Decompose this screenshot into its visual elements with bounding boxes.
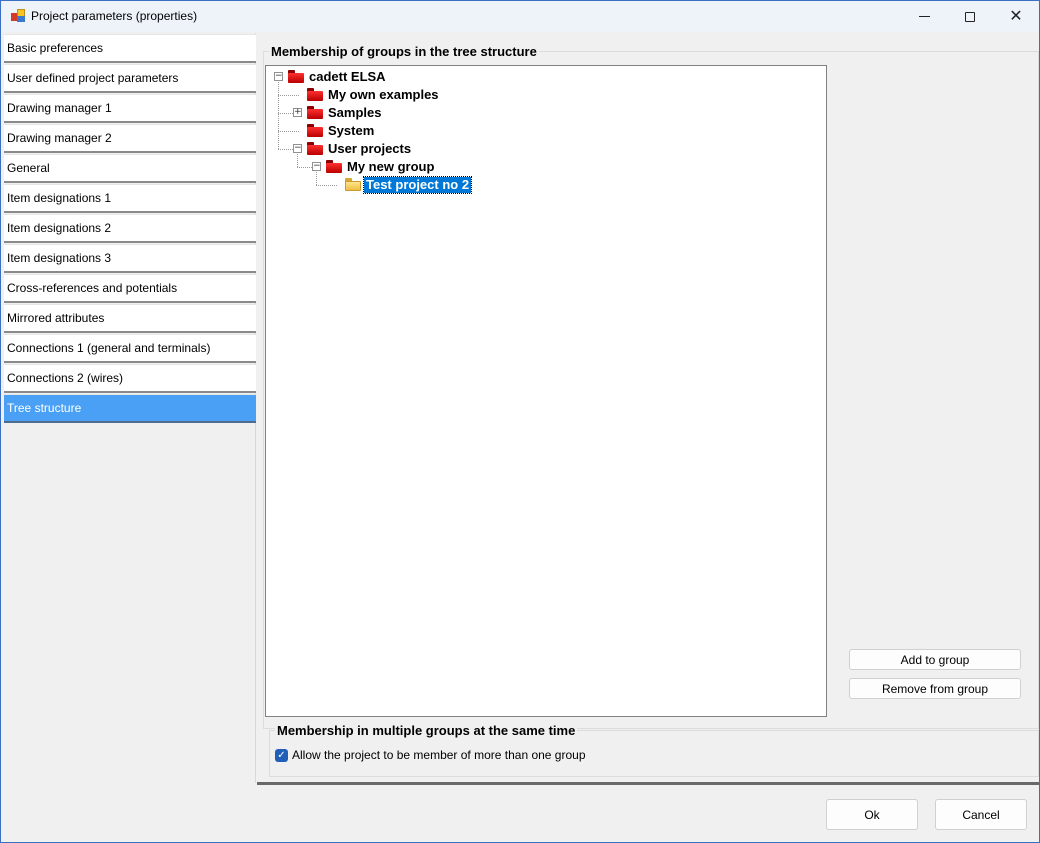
close-icon: ✕	[1009, 7, 1023, 25]
sidebar-item[interactable]: Mirrored attributes	[4, 304, 256, 333]
sidebar-item[interactable]: General	[4, 154, 256, 183]
maximize-icon	[965, 11, 975, 22]
cancel-button[interactable]: Cancel	[935, 799, 1027, 830]
sidebar: Basic preferences User defined project pa…	[3, 33, 256, 783]
expand-icon[interactable]: +	[293, 108, 302, 117]
button-bar: Ok Cancel	[1, 785, 1039, 842]
collapse-icon[interactable]: −	[312, 162, 321, 171]
sidebar-item[interactable]: Basic preferences	[4, 34, 256, 63]
tree-node[interactable]: Test project no 2	[362, 176, 473, 194]
tree-node[interactable]: cadett ELSA	[307, 69, 388, 85]
dialog-window: Project parameters (properties) ✕ Basic …	[0, 0, 1040, 843]
tree-connector	[297, 154, 298, 167]
red-folder-icon	[307, 106, 323, 119]
sidebar-item[interactable]: Drawing manager 1	[4, 94, 256, 123]
sidebar-item[interactable]: Connections 1 (general and terminals)	[4, 334, 256, 363]
window-title: Project parameters (properties)	[31, 9, 198, 23]
sidebar-item[interactable]: User defined project parameters	[4, 64, 256, 93]
ok-button[interactable]: Ok	[826, 799, 918, 830]
sidebar-item[interactable]: Item designations 2	[4, 214, 256, 243]
tree-section-title: Membership of groups in the tree structu…	[269, 44, 539, 59]
collapse-icon[interactable]: −	[274, 72, 283, 81]
tree-connector	[278, 95, 299, 96]
sidebar-item[interactable]: Tree structure	[4, 394, 256, 423]
red-folder-icon	[307, 124, 323, 137]
tree-connector	[278, 131, 299, 132]
allow-multiple-groups-label[interactable]: Allow the project to be member of more t…	[292, 748, 586, 762]
tree-node[interactable]: Samples	[326, 105, 383, 121]
sidebar-item[interactable]: Item designations 3	[4, 244, 256, 273]
allow-multiple-groups-checkbox[interactable]: ✓	[275, 749, 288, 762]
red-folder-icon	[307, 142, 323, 155]
minimize-button[interactable]	[901, 1, 947, 32]
app-icon	[11, 9, 25, 23]
yellow-folder-icon	[345, 178, 361, 191]
tree-connector	[316, 172, 317, 185]
tree-connector	[278, 82, 279, 149]
add-to-group-button[interactable]: Add to group	[849, 649, 1021, 670]
tree-connector	[316, 185, 337, 186]
tree-node[interactable]: User projects	[326, 141, 413, 157]
close-button[interactable]: ✕	[993, 1, 1039, 32]
tree-node[interactable]: My new group	[345, 159, 436, 175]
tree-node[interactable]: My own examples	[326, 87, 441, 103]
collapse-icon[interactable]: −	[293, 144, 302, 153]
title-bar[interactable]: Project parameters (properties) ✕	[1, 1, 1039, 32]
tree-node[interactable]: System	[326, 123, 376, 139]
remove-from-group-button[interactable]: Remove from group	[849, 678, 1021, 699]
minimize-icon	[918, 16, 930, 17]
red-folder-icon	[326, 160, 342, 173]
sidebar-item[interactable]: Item designations 1	[4, 184, 256, 213]
multi-section-title: Membership in multiple groups at the sam…	[275, 723, 578, 738]
sidebar-item[interactable]: Drawing manager 2	[4, 124, 256, 153]
sidebar-item[interactable]: Cross-references and potentials	[4, 274, 256, 303]
red-folder-icon	[307, 88, 323, 101]
group-tree[interactable]: − cadett ELSA My own examples + Samples Syste…	[265, 65, 827, 717]
red-folder-icon	[288, 70, 304, 83]
sidebar-item[interactable]: Connections 2 (wires)	[4, 364, 256, 393]
maximize-button[interactable]	[947, 1, 993, 32]
